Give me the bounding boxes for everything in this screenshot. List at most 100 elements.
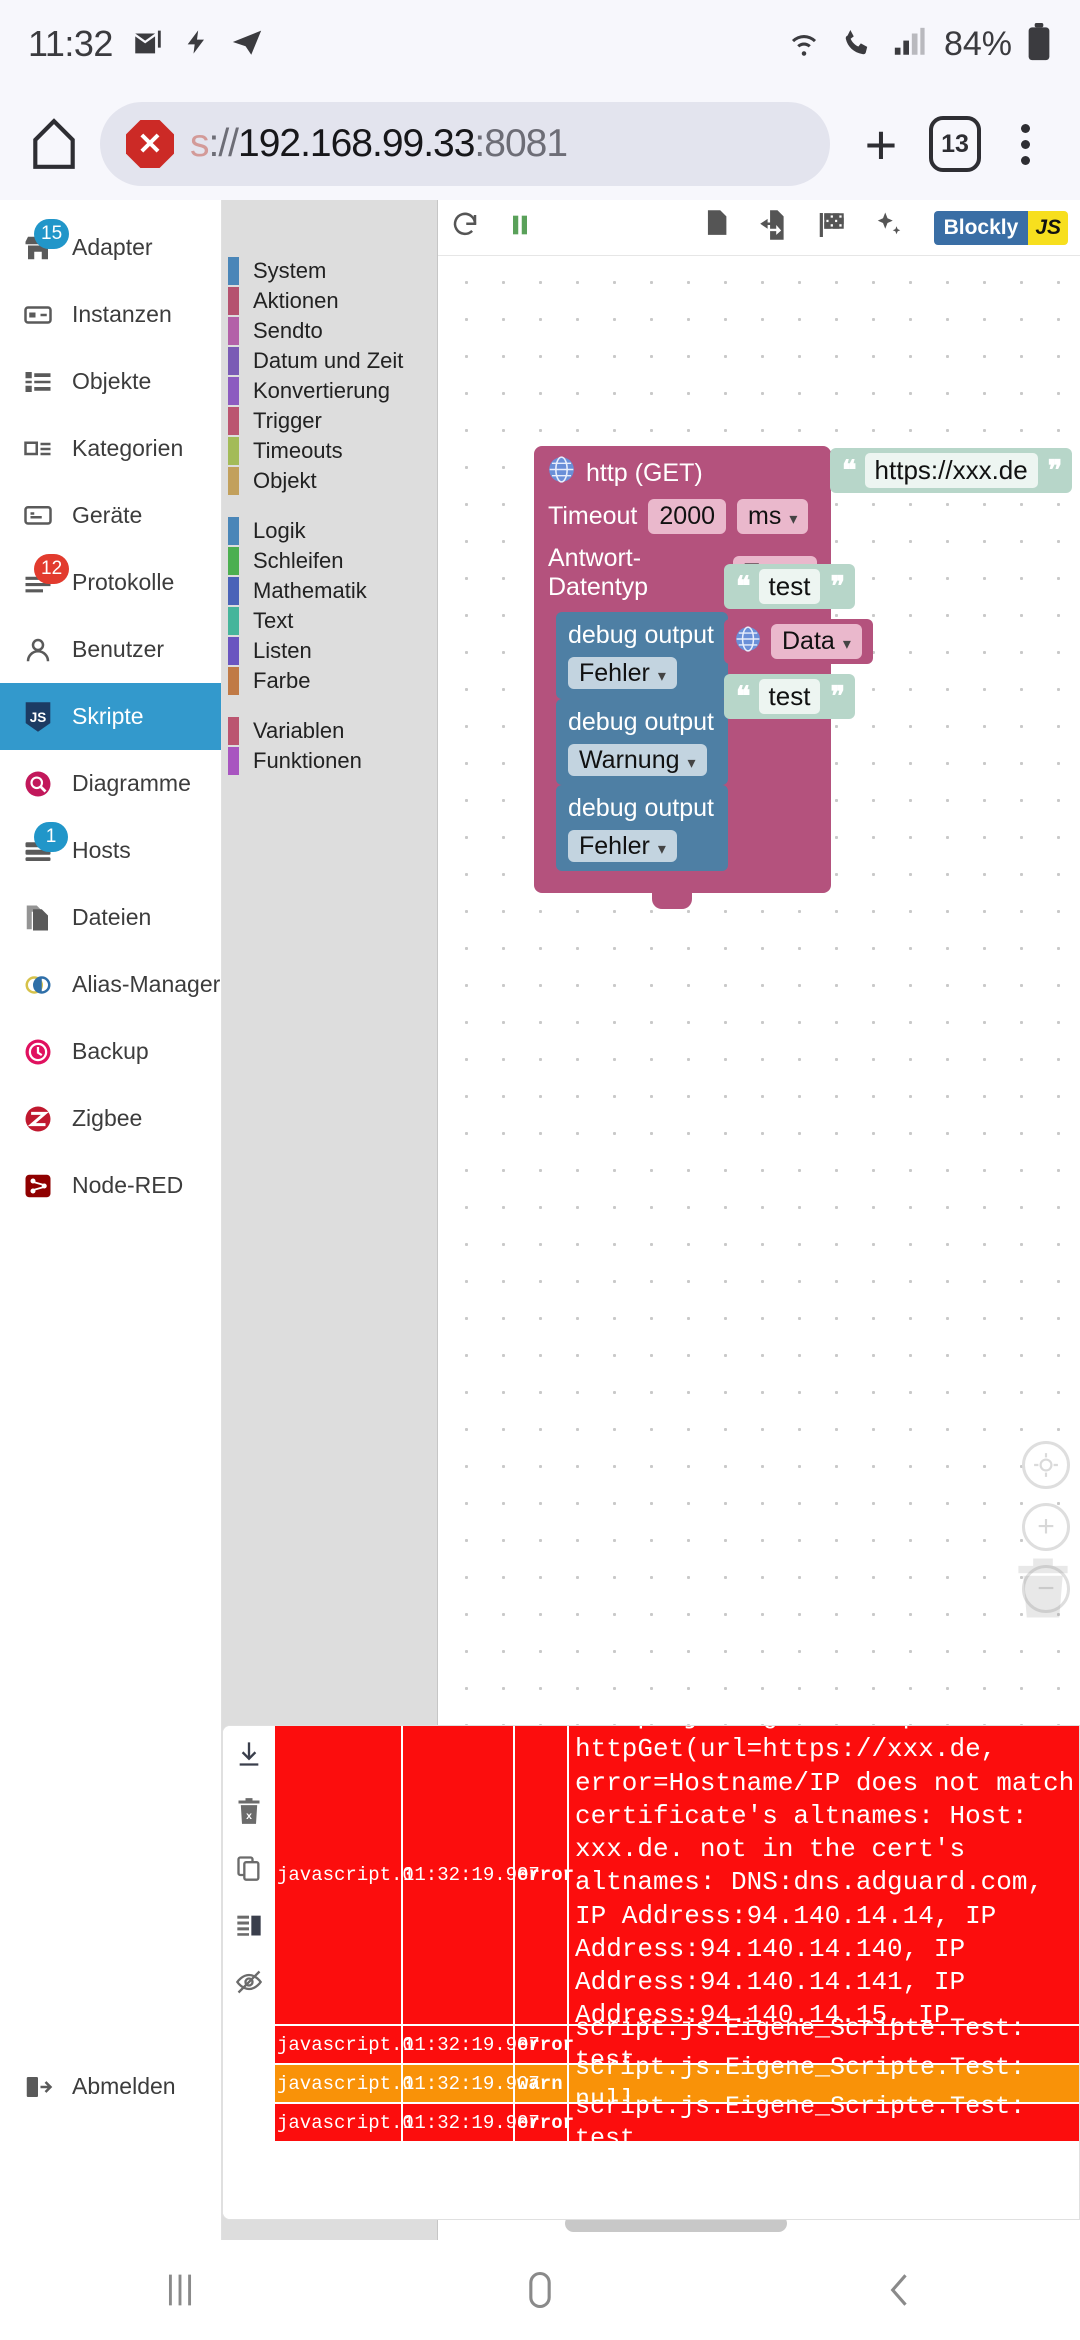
restart-icon[interactable] [450,210,480,245]
toolbox-category-sendto[interactable]: Sendto [222,316,437,346]
toolbox-category-label: Mathematik [253,578,367,603]
import-blocks-icon[interactable] [759,209,790,246]
log-message: script.js.Eigene_Scripte.Test: test [575,2091,1041,2153]
sidebar-item-node-red[interactable]: Node-RED [0,1152,221,1219]
toolbox-category-funktionen[interactable]: Funktionen [222,746,437,776]
hide-log-icon[interactable] [235,1968,263,2001]
blockly-js-toggle[interactable]: Blockly JS [933,210,1068,245]
toolbox-category-mathematik[interactable]: Mathematik [222,576,437,606]
timeout-value-field[interactable]: 2000 [648,499,727,535]
sidebar-item-adapter[interactable]: 15 Adapter [0,214,221,281]
block-variable-data[interactable]: Data [724,619,873,665]
sidebar-item-label: Dateien [72,904,152,930]
toolbox-category-label: Aktionen [253,288,339,313]
timeout-label: Timeout [548,502,638,531]
tab-switcher-button[interactable]: 13 [918,116,992,172]
sidebar: 15 Adapter Instanzen Objekte Kategorien … [0,200,222,2240]
sidebar-item-benutzer[interactable]: Benutzer [0,616,221,683]
debug-output-label: debug output [568,793,714,822]
battery-icon [1026,22,1052,66]
copy-log-icon[interactable] [235,1854,263,1887]
block-debug-output-2[interactable]: debug output Warnung [556,698,728,785]
debug-severity-dropdown[interactable]: Fehler [568,657,677,690]
overflow-menu-icon[interactable] [992,123,1058,165]
category-color-swatch [228,377,239,405]
clear-log-icon[interactable]: x [235,1797,263,1830]
toolbox-category-aktionen[interactable]: Aktionen [222,286,437,316]
url-string-field[interactable]: https://xxx.de [864,453,1038,488]
trash-icon[interactable] [1012,1556,1074,1625]
home-icon[interactable] [22,117,86,171]
sidebar-item-geraete[interactable]: Geräte [0,482,221,549]
category-color-swatch [228,517,239,545]
toolbox-category-listen[interactable]: Listen [222,636,437,666]
log-table[interactable]: javascript.0 11:32:19.907 error script.j… [275,1726,1079,2219]
log-row[interactable]: javascript.0 11:32:19.907 error script.j… [275,2091,1079,2153]
sidebar-item-diagramme[interactable]: Diagramme [0,750,221,817]
scroll-to-bottom-icon[interactable] [235,1740,263,1773]
block-debug-output-1[interactable]: debug output Fehler [556,612,728,699]
checkered-flag-icon[interactable] [816,209,848,246]
back-nav-icon[interactable] [720,2267,1080,2313]
sidebar-item-hosts[interactable]: 1 Hosts [0,817,221,884]
block-http-get[interactable]: http (GET) Timeout 2000 ms Antwort-Daten… [534,446,831,909]
toolbox-category-system[interactable]: System [222,256,437,286]
debug-string-field[interactable]: test [758,679,821,714]
toolbox-category-datum-und-zeit[interactable]: Datum und Zeit [222,346,437,376]
recent-apps-icon[interactable] [0,2267,360,2313]
toolbox-category-schleifen[interactable]: Schleifen [222,546,437,576]
layout-log-icon[interactable] [235,1911,263,1944]
sidebar-item-objekte[interactable]: Objekte [0,348,221,415]
charts-icon [20,769,56,799]
debug-string-field[interactable]: test [758,569,821,604]
sidebar-item-label: Geräte [72,502,143,528]
sidebar-item-kategorien[interactable]: Kategorien [0,415,221,482]
sidebar-item-alias-manager[interactable]: Alias-Manager [0,951,221,1018]
sidebar-item-instanzen[interactable]: Instanzen [0,281,221,348]
toolbox-category-timeouts[interactable]: Timeouts [222,436,437,466]
toolbox-category-logik[interactable]: Logik [222,516,437,546]
toolbox-category-label: Text [253,608,294,633]
sidebar-item-dateien[interactable]: Dateien [0,884,221,951]
category-color-swatch [228,467,239,495]
log-row[interactable]: javascript.0 11:32:19.907 error script.j… [275,1726,1079,2163]
url-bar[interactable]: ✕ s://192.168.99.33:8081 [100,102,830,186]
home-nav-icon[interactable] [360,2267,720,2313]
new-tab-button[interactable]: + [844,112,918,177]
export-blocks-icon[interactable] [704,209,734,246]
pause-icon[interactable] [506,210,534,245]
blockly-tab[interactable]: Blockly [933,210,1029,245]
sidebar-item-logout[interactable]: Abmelden [0,2053,221,2120]
block-text-test-1[interactable]: ❝ test ❞ [724,564,855,609]
log-time: 11:32:19.907 [403,2065,540,2102]
center-view-icon[interactable] [1022,1441,1070,1489]
debug-severity-dropdown[interactable]: Fehler [568,829,677,862]
debug-severity-dropdown[interactable]: Warnung [568,743,707,776]
sidebar-item-zigbee[interactable]: Zigbee [0,1085,221,1152]
category-color-swatch [228,257,239,285]
sidebar-item-skripte[interactable]: JS Skripte [0,683,221,750]
objects-icon [20,367,56,397]
toolbox-category-trigger[interactable]: Trigger [222,406,437,436]
categories-icon [20,434,56,464]
timeout-unit-dropdown[interactable]: ms [737,499,809,535]
sparkle-icon[interactable] [874,210,904,245]
toolbox-divider [222,496,437,516]
toolbox-category-konvertierung[interactable]: Konvertierung [222,376,437,406]
sidebar-item-protokolle[interactable]: 12 Protokolle [0,549,221,616]
block-debug-output-3[interactable]: debug output Fehler [556,784,728,871]
block-text-test-2[interactable]: ❝ test ❞ [724,674,855,719]
insecure-warning-icon[interactable]: ✕ [126,120,174,168]
signal-icon [892,25,926,64]
users-icon [20,635,56,665]
toolbox-category-text[interactable]: Text [222,606,437,636]
zoom-in-icon[interactable]: + [1022,1503,1070,1551]
js-tab[interactable]: JS [1028,210,1068,245]
block-text-url[interactable]: ❝ https://xxx.de ❞ [830,448,1073,493]
data-variable-dropdown[interactable]: Data [771,624,862,660]
toolbox-category-objekt[interactable]: Objekt [222,466,437,496]
toolbox-category-variablen[interactable]: Variablen [222,716,437,746]
toolbox-category-farbe[interactable]: Farbe [222,666,437,696]
sidebar-item-backup[interactable]: Backup [0,1018,221,1085]
backup-icon [20,1037,56,1067]
